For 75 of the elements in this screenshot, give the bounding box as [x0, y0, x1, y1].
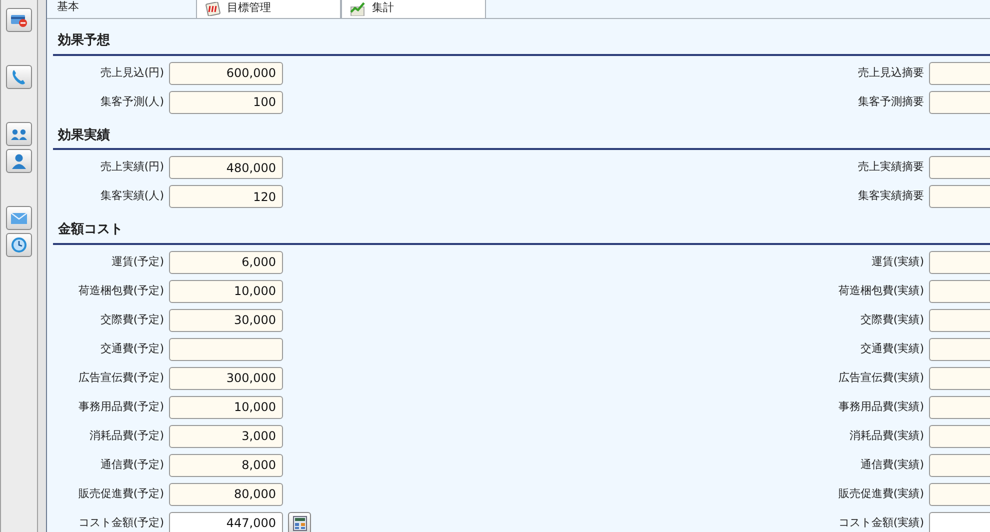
- tab[interactable]: 基本: [57, 0, 196, 13]
- phone-icon: [10, 68, 28, 86]
- input-field[interactable]: 300,000: [169, 366, 283, 390]
- section-heading: 効果予想: [53, 31, 990, 56]
- toolbar-button[interactable]: [6, 149, 32, 173]
- input-field[interactable]: 600,000: [169, 62, 283, 84]
- input-field[interactable]: [929, 90, 990, 114]
- field-label: 集客予測摘要: [858, 94, 925, 110]
- input-field[interactable]: 480,000: [169, 156, 283, 179]
- field-label: 交通費(実績): [860, 340, 925, 357]
- field-label: 集客予測(人): [99, 94, 165, 110]
- input-field[interactable]: [929, 156, 990, 179]
- toolbar-button[interactable]: [6, 65, 32, 89]
- notebook-icon: [205, 2, 221, 16]
- input-field[interactable]: 8,000: [169, 454, 283, 476]
- section-heading: 金額コスト: [53, 220, 990, 244]
- field-label: 運賃(予定): [110, 254, 165, 270]
- input-field[interactable]: [929, 338, 990, 360]
- toolbar-button[interactable]: [6, 8, 32, 32]
- field-label: 交際費(実績): [860, 312, 925, 328]
- field-label: 通信費(実績): [860, 456, 925, 473]
- calculator-button[interactable]: [288, 512, 311, 532]
- input-field[interactable]: [929, 512, 990, 532]
- field-label: 広告宣伝費(予定): [77, 370, 165, 386]
- input-field[interactable]: [929, 250, 990, 274]
- section-heading: 効果実績: [53, 126, 990, 150]
- input-field[interactable]: 30,000: [169, 308, 283, 332]
- field-label: 通信費(予定): [99, 456, 165, 473]
- input-field[interactable]: [929, 62, 990, 84]
- field-label: 売上実績(円): [99, 159, 165, 176]
- input-field[interactable]: 10,000: [169, 280, 283, 302]
- toolbar-button[interactable]: [6, 206, 32, 230]
- field-label: 交際費(予定): [99, 312, 165, 328]
- field-label: 販売促進費(実績): [838, 486, 925, 502]
- person-icon: [10, 152, 28, 170]
- field-label: 事務用品費(実績): [838, 398, 925, 415]
- field-label: 消耗品費(実績): [849, 428, 925, 444]
- input-field[interactable]: [929, 185, 990, 208]
- input-field[interactable]: [929, 454, 990, 476]
- clock-icon: [10, 236, 28, 254]
- input-field[interactable]: [929, 424, 990, 448]
- input-field[interactable]: [929, 280, 990, 302]
- field-label: 販売促進費(予定): [77, 486, 165, 502]
- input-field[interactable]: [929, 308, 990, 332]
- field-label: 売上見込摘要: [858, 64, 925, 81]
- field-label: 消耗品費(予定): [88, 428, 165, 444]
- field-label: 荷造梱包費(実績): [838, 282, 925, 299]
- field-label: 広告宣伝費(実績): [838, 370, 925, 386]
- chart-icon: [350, 2, 366, 16]
- field-label: 荷造梱包費(予定): [77, 282, 165, 299]
- field-label: コスト金額(予定): [77, 514, 165, 531]
- input-field[interactable]: [929, 396, 990, 418]
- input-field[interactable]: [929, 482, 990, 506]
- toolbar-button[interactable]: [6, 122, 32, 146]
- tab[interactable]: 目標管理: [196, 0, 341, 18]
- input-field[interactable]: 3,000: [169, 424, 283, 448]
- field-label: 事務用品費(予定): [77, 398, 165, 415]
- splitter[interactable]: [38, 0, 47, 532]
- input-field[interactable]: 447,000: [169, 512, 283, 532]
- field-label: 集客実績摘要: [858, 188, 925, 204]
- input-field[interactable]: 120: [169, 185, 283, 208]
- input-field[interactable]: 100: [169, 90, 283, 114]
- field-label: 運賃(実績): [871, 254, 925, 270]
- field-label: 売上実績摘要: [858, 159, 925, 176]
- input-field[interactable]: [929, 366, 990, 390]
- input-field[interactable]: 6,000: [169, 250, 283, 274]
- toolbar-button[interactable]: [6, 233, 32, 257]
- input-field[interactable]: [169, 338, 283, 360]
- field-label: コスト金額(実績): [838, 514, 925, 531]
- field-label: 売上見込(円): [99, 64, 165, 81]
- tab[interactable]: 集計: [341, 0, 486, 18]
- input-field[interactable]: 80,000: [169, 482, 283, 506]
- field-label: 集客実績(人): [99, 188, 165, 204]
- input-field[interactable]: 10,000: [169, 396, 283, 418]
- field-label: 交通費(予定): [99, 340, 165, 357]
